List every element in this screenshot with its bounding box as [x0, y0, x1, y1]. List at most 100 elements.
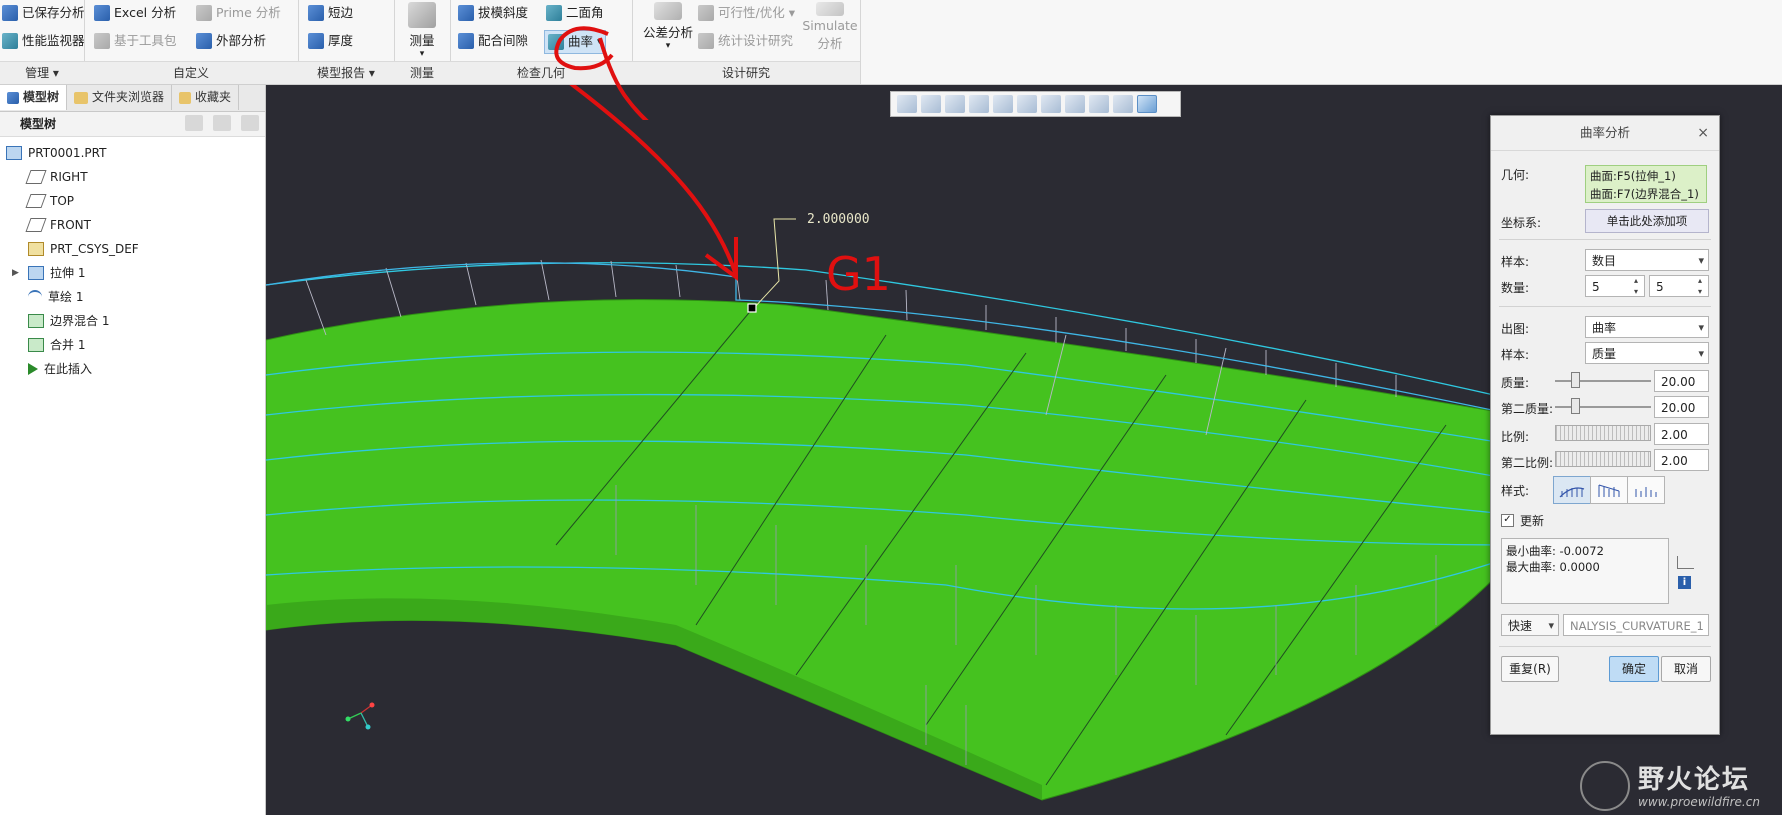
tree-list: PRT0001.PRT RIGHT TOP FRONT PRT_CSYS_DEF… — [0, 137, 265, 381]
tree-settings-icon[interactable] — [185, 115, 203, 131]
measure-button[interactable]: 测量 ▾ — [402, 2, 442, 59]
style-comb-button[interactable] — [1553, 476, 1591, 504]
curvature-analysis-dialog: 曲率分析 × 几何: 曲面:F5(拉伸_1) 曲面:F7(边界混合_1) 坐标系:… — [1490, 115, 1720, 735]
group-measure: 测量 ▾ 测量 — [394, 0, 451, 84]
excel-icon — [94, 5, 110, 21]
tab-folder-browser[interactable]: 文件夹浏览器 — [67, 85, 173, 110]
group-manage: 已保存分析 性能监视器 管理 ▾ — [0, 0, 85, 84]
expand-arrow-icon[interactable]: ▶ — [12, 261, 19, 285]
ribbon: 已保存分析 性能监视器 管理 ▾ Excel 分析 Prime 分析 基于工具包… — [0, 0, 1782, 85]
spin-center-icon[interactable] — [1137, 95, 1157, 113]
update-checkbox[interactable]: ✓ 更新 — [1501, 512, 1544, 529]
simulate-button[interactable]: Simulate 分析 — [802, 2, 858, 52]
tree-columns-icon[interactable] — [241, 115, 259, 131]
count-u-stepper[interactable]: 5 — [1585, 275, 1645, 297]
excel-analysis-button[interactable]: Excel 分析 — [94, 2, 176, 24]
close-icon[interactable]: × — [1697, 116, 1709, 150]
zoom-out-icon[interactable] — [945, 95, 965, 113]
prime-analysis-button[interactable]: Prime 分析 — [196, 2, 281, 24]
datum-plane-icon — [25, 194, 47, 208]
feasibility-button[interactable]: 可行性/优化 ▾ — [698, 2, 795, 24]
scale2-wheel[interactable] — [1555, 451, 1651, 467]
tab-model-tree[interactable]: 模型树 — [0, 85, 68, 110]
simulate-icon — [816, 2, 844, 16]
statistical-study-button[interactable]: 统计设计研究 — [698, 30, 793, 52]
sample-select[interactable]: 数目 — [1585, 249, 1709, 272]
group-label-manage[interactable]: 管理 ▾ — [0, 61, 84, 84]
style-band-button[interactable] — [1590, 476, 1628, 504]
geometry-collector[interactable]: 曲面:F5(拉伸_1) 曲面:F7(边界混合_1) — [1585, 165, 1707, 203]
tree-filter-icon[interactable] — [213, 115, 231, 131]
quality2-input[interactable]: 20.00 — [1654, 396, 1709, 418]
datum-display-icon[interactable] — [1089, 95, 1109, 113]
draft-icon — [458, 5, 474, 21]
sample2-select[interactable]: 质量 — [1585, 342, 1709, 365]
external-analysis-button[interactable]: 外部分析 — [196, 30, 266, 52]
tree-item-right[interactable]: RIGHT — [0, 165, 265, 189]
tree-item-csys[interactable]: PRT_CSYS_DEF — [0, 237, 265, 261]
view-manager-icon[interactable] — [1065, 95, 1085, 113]
curvature-button[interactable]: 曲率 ▾ — [544, 30, 606, 54]
perspective-icon[interactable] — [993, 95, 1013, 113]
prime-icon — [196, 5, 212, 21]
scale-wheel[interactable] — [1555, 425, 1651, 441]
mode-select[interactable]: 快速 — [1501, 614, 1559, 637]
tree-item-extrude[interactable]: ▶ 拉伸 1 — [0, 261, 265, 285]
tolerance-analysis-button[interactable]: 公差分析 ▾ — [640, 2, 696, 51]
output-select[interactable]: 曲率 — [1585, 316, 1709, 339]
tree-item-part[interactable]: PRT0001.PRT — [0, 141, 265, 165]
quality-slider[interactable] — [1555, 380, 1651, 382]
zoom-in-icon[interactable] — [921, 95, 941, 113]
csys-collector[interactable]: 单击此处添加项 — [1585, 209, 1709, 233]
scale-input[interactable]: 2.00 — [1654, 423, 1709, 445]
dihedral-angle-button[interactable]: 二面角 — [546, 2, 604, 24]
geometry-item[interactable]: 曲面:F5(拉伸_1) — [1590, 167, 1702, 185]
chevron-down-icon[interactable]: ▾ — [597, 31, 602, 53]
tree-item-top[interactable]: TOP — [0, 189, 265, 213]
group-label-model-report[interactable]: 模型报告 ▾ — [298, 61, 394, 84]
red-arrow-annotation — [569, 85, 738, 276]
tree-item-boundary-blend[interactable]: 边界混合 1 — [0, 309, 265, 333]
fit-clearance-button[interactable]: 配合间隙 — [458, 30, 528, 52]
performance-monitor-button[interactable]: 性能监视器 — [2, 30, 85, 52]
quality-input[interactable]: 20.00 — [1654, 370, 1709, 392]
refit-icon[interactable] — [897, 95, 917, 113]
repaint-icon[interactable] — [969, 95, 989, 113]
csys-label: 坐标系: — [1501, 216, 1542, 230]
tree-item-insert-here[interactable]: 在此插入 — [0, 357, 265, 381]
quality2-slider[interactable] — [1555, 406, 1651, 408]
analysis-name-field[interactable]: NALYSIS_CURVATURE_1 — [1563, 614, 1709, 636]
tree-item-sketch[interactable]: 草绘 1 — [0, 285, 265, 309]
quality-label: 质量: — [1501, 376, 1530, 390]
group-design-study: 公差分析 ▾ 可行性/优化 ▾ 统计设计研究 Simulate 分析 设计研究 — [632, 0, 861, 84]
checkbox-checked-icon[interactable]: ✓ — [1501, 514, 1514, 527]
display-style-icon[interactable] — [1017, 95, 1037, 113]
g1-annotation: G1 — [826, 247, 891, 301]
watermark-url: www.proewildfire.cn — [1638, 795, 1760, 809]
scale2-input[interactable]: 2.00 — [1654, 449, 1709, 471]
cancel-button[interactable]: 取消 — [1661, 656, 1711, 682]
short-edge-button[interactable]: 短边 — [308, 2, 353, 24]
tab-favorites[interactable]: 收藏夹 — [172, 85, 240, 110]
saved-analysis-icon — [2, 5, 18, 21]
toolkit-button[interactable]: 基于工具包 — [94, 30, 177, 52]
thickness-button[interactable]: 厚度 — [308, 30, 353, 52]
count-label: 数量: — [1501, 281, 1530, 295]
datum-plane-icon — [25, 170, 47, 184]
dihedral-angle-icon — [546, 5, 562, 21]
saved-orientations-icon[interactable] — [1041, 95, 1061, 113]
tree-item-merge[interactable]: 合并 1 — [0, 333, 265, 357]
graph-icon[interactable] — [1677, 556, 1694, 569]
quality2-slider-thumb[interactable] — [1571, 398, 1580, 414]
tree-item-front[interactable]: FRONT — [0, 213, 265, 237]
info-icon[interactable]: i — [1678, 576, 1691, 589]
annotation-display-icon[interactable] — [1113, 95, 1133, 113]
geometry-item[interactable]: 曲面:F7(边界混合_1) — [1590, 185, 1702, 203]
quality-slider-thumb[interactable] — [1571, 372, 1580, 388]
repeat-button[interactable]: 重复(R) — [1501, 656, 1559, 682]
count-v-stepper[interactable]: 5 — [1649, 275, 1709, 297]
draft-button[interactable]: 拔模斜度 — [458, 2, 528, 24]
ok-button[interactable]: 确定 — [1609, 656, 1659, 682]
style-line-button[interactable] — [1627, 476, 1665, 504]
saved-analysis-button[interactable]: 已保存分析 — [2, 2, 85, 24]
